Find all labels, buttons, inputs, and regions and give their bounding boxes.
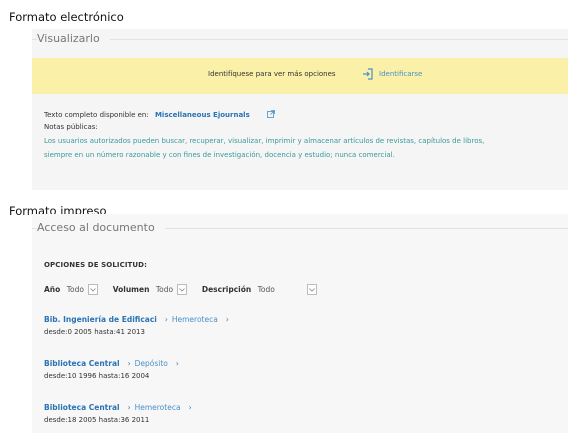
holding-location-link[interactable]: Depósito bbox=[135, 359, 168, 368]
print-format-panel: Acceso al documento OPCIONES DE SOLICITU… bbox=[32, 214, 568, 433]
chevron-right-icon: › bbox=[175, 359, 179, 368]
request-options-title: OPCIONES DE SOLICITUD: bbox=[44, 261, 147, 269]
holding-item[interactable]: Bib. Ingeniería de Edificaci › Hemeroteca ›… bbox=[44, 315, 233, 336]
external-link-icon[interactable] bbox=[267, 110, 275, 118]
holding-location-link[interactable]: Hemeroteca bbox=[135, 403, 181, 412]
holding-library-link[interactable]: Biblioteca Central bbox=[44, 403, 120, 412]
filter-row: Año Todo Volumen Todo Descripción Todo bbox=[44, 284, 318, 295]
fulltext-label: Texto completo disponible en: bbox=[44, 111, 149, 119]
volume-filter-value: Todo bbox=[155, 285, 174, 294]
sign-in-prompt: Identifíquese para ver más opciones bbox=[208, 70, 336, 78]
holding-location-link[interactable]: Hemeroteca bbox=[172, 315, 218, 324]
holding-library-link[interactable]: Bib. Ingeniería de Edificaci bbox=[44, 315, 157, 324]
divider bbox=[32, 39, 568, 40]
chevron-down-icon bbox=[309, 288, 316, 292]
chevron-down-icon bbox=[90, 288, 97, 292]
description-dropdown[interactable] bbox=[307, 284, 318, 295]
chevron-right-icon: › bbox=[225, 315, 229, 324]
year-dropdown[interactable] bbox=[88, 284, 99, 295]
volume-filter-label: Volumen bbox=[112, 285, 150, 294]
description-filter-label: Descripción bbox=[201, 285, 252, 294]
chevron-down-icon bbox=[179, 288, 186, 292]
public-notes-label: Notas públicas: bbox=[44, 123, 98, 131]
sign-in-banner: Identifíquese para ver más opciones Iden… bbox=[32, 58, 568, 94]
public-notes-line-2: siempre en un número razonable y con fin… bbox=[44, 151, 395, 159]
view-it-title: Visualizarlo bbox=[37, 32, 110, 45]
holding-range: desde:0 2005 hasta:41 2013 bbox=[44, 328, 145, 336]
holding-range: desde:18 2005 hasta:36 2011 bbox=[44, 416, 150, 424]
volume-dropdown[interactable] bbox=[177, 284, 188, 295]
chevron-right-icon: › bbox=[127, 359, 131, 368]
electronic-format-heading: Formato electrónico bbox=[9, 10, 124, 24]
sign-in-icon[interactable] bbox=[362, 68, 374, 80]
public-notes-line-1: Los usuarios autorizados pueden buscar, … bbox=[44, 137, 485, 145]
year-filter-value: Todo bbox=[66, 285, 84, 294]
document-access-title: Acceso al documento bbox=[37, 221, 165, 234]
description-filter-value: Todo bbox=[257, 285, 275, 294]
sign-in-link[interactable]: Identificarse bbox=[379, 70, 422, 78]
holding-item[interactable]: Biblioteca Central › Depósito › desde:10 19… bbox=[44, 359, 183, 380]
year-filter-label: Año bbox=[44, 285, 61, 294]
holding-library-link[interactable]: Biblioteca Central bbox=[44, 359, 120, 368]
fulltext-source-link[interactable]: Miscellaneous Ejournals bbox=[155, 111, 250, 119]
holding-range: desde:10 1996 hasta:16 2004 bbox=[44, 372, 150, 380]
electronic-format-panel: Visualizarlo Identifíquese para ver más … bbox=[32, 29, 568, 190]
chevron-right-icon: › bbox=[188, 403, 192, 412]
fulltext-row: Texto completo disponible en: Miscellane… bbox=[44, 110, 275, 119]
holding-item[interactable]: Biblioteca Central › Hemeroteca › desde:18 … bbox=[44, 403, 196, 424]
chevron-right-icon: › bbox=[164, 315, 168, 324]
chevron-right-icon: › bbox=[127, 403, 131, 412]
